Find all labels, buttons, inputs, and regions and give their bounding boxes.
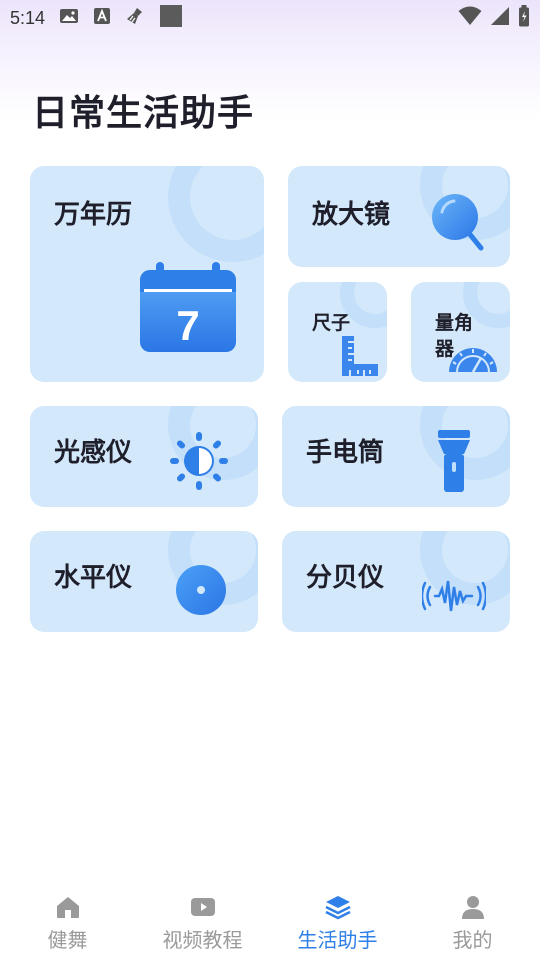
flashlight-label: 手电筒 xyxy=(306,438,385,468)
tab-video-label: 视频教程 xyxy=(162,928,243,952)
level-label: 水平仪 xyxy=(54,563,133,593)
calendar-icon-day: 7 xyxy=(176,302,199,349)
protractor-icon xyxy=(447,342,499,378)
flashlight-card[interactable]: 手电筒 xyxy=(282,406,510,507)
tab-profile-label: 我的 xyxy=(452,928,493,952)
decibel-card[interactable]: 分贝仪 xyxy=(282,531,510,632)
signal-icon xyxy=(490,6,510,31)
layers-icon xyxy=(324,894,351,920)
soundwave-icon xyxy=(420,575,488,621)
level-card[interactable]: 水平仪 xyxy=(30,531,258,632)
tab-video-tutorial[interactable]: 视频教程 xyxy=(135,880,270,960)
status-time: 5:14 xyxy=(10,7,46,28)
light-meter-card[interactable]: 光感仪 xyxy=(30,406,258,507)
magnifier-card[interactable]: 放大镜 xyxy=(288,166,510,267)
square-icon xyxy=(159,4,183,33)
calendar-card[interactable]: 万年历 7 xyxy=(30,166,264,382)
level-icon xyxy=(174,563,228,621)
tab-life-label: 生活助手 xyxy=(297,928,378,952)
page-title: 日常生活助手 xyxy=(32,93,255,134)
video-icon xyxy=(190,894,216,920)
tab-home-label: 健舞 xyxy=(47,928,88,952)
image-icon xyxy=(59,7,79,30)
sun-icon xyxy=(168,430,230,496)
magnifier-label: 放大镜 xyxy=(312,200,391,230)
wifi-icon xyxy=(458,6,482,31)
ruler-card[interactable]: 尺子 xyxy=(288,282,387,382)
calendar-label: 万年历 xyxy=(54,200,133,230)
decorative-ring xyxy=(168,166,264,262)
font-icon xyxy=(93,7,111,30)
flashlight-icon xyxy=(436,428,472,498)
tab-life-assistant[interactable]: 生活助手 xyxy=(270,880,405,960)
magnifier-icon xyxy=(430,190,486,256)
decibel-label: 分贝仪 xyxy=(306,563,385,593)
light-meter-label: 光感仪 xyxy=(54,438,133,468)
person-icon xyxy=(460,894,486,920)
battery-icon xyxy=(518,4,530,32)
tab-home[interactable]: 健舞 xyxy=(0,880,135,960)
status-bar: 5:14 xyxy=(0,0,540,36)
ruler-icon xyxy=(340,334,380,382)
broom-icon xyxy=(125,7,145,30)
tab-profile[interactable]: 我的 xyxy=(405,880,540,960)
ruler-label: 尺子 xyxy=(312,312,351,334)
calendar-icon: 7 xyxy=(138,262,238,358)
home-icon xyxy=(55,894,81,920)
bottom-tab-bar: 健舞 视频教程 生活助手 我的 xyxy=(0,880,540,960)
protractor-card[interactable]: 量角器 xyxy=(411,282,510,382)
